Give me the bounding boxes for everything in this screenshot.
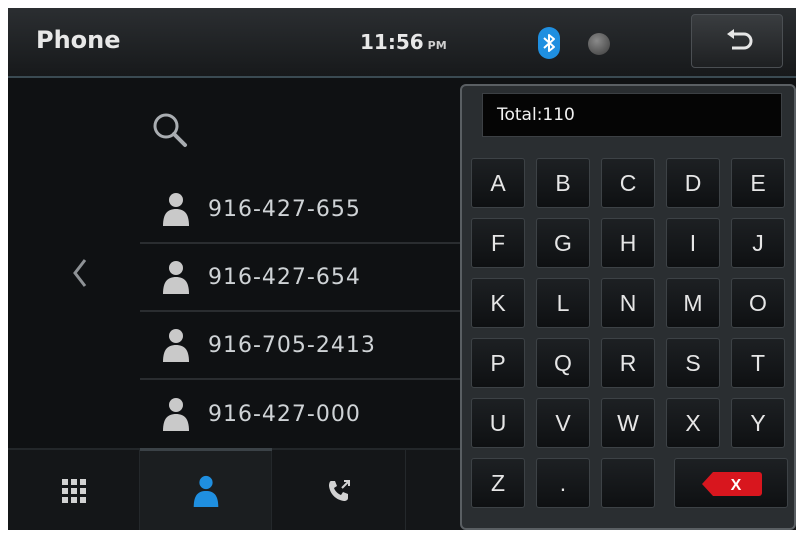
back-button[interactable] <box>691 14 783 68</box>
bluetooth-icon[interactable] <box>538 27 560 59</box>
tab-dialpad[interactable] <box>8 450 140 530</box>
key-k[interactable]: K <box>471 278 525 328</box>
clock-time: 11:56 <box>360 30 424 54</box>
key-y[interactable]: Y <box>731 398 785 448</box>
key-h[interactable]: H <box>601 218 655 268</box>
key-q[interactable]: Q <box>536 338 590 388</box>
contact-row[interactable]: 916-427-000 <box>140 380 460 448</box>
contact-number: 916-705-2413 <box>208 332 376 358</box>
key-i[interactable]: I <box>666 218 720 268</box>
search-icon[interactable] <box>150 110 190 150</box>
key-a[interactable]: A <box>471 158 525 208</box>
tab-contacts[interactable] <box>140 448 272 530</box>
total-count: Total:110 <box>482 93 782 137</box>
person-icon <box>163 329 189 362</box>
contact-number: 916-427-000 <box>208 401 361 427</box>
key-c[interactable]: C <box>601 158 655 208</box>
page-title: Phone <box>36 26 121 54</box>
key-m[interactable]: M <box>666 278 720 328</box>
bluetooth-glyph <box>543 34 555 52</box>
person-icon <box>163 398 189 431</box>
alphabet-keyboard: Total:110 A B C D E F G H I J K L N M O … <box>460 84 796 530</box>
key-l[interactable]: L <box>536 278 590 328</box>
contact-number: 916-427-655 <box>208 196 361 222</box>
contact-list: 916-427-655 916-427-654 916-705-2413 916… <box>140 176 460 448</box>
key-t[interactable]: T <box>731 338 785 388</box>
key-r[interactable]: R <box>601 338 655 388</box>
key-v[interactable]: V <box>536 398 590 448</box>
back-icon <box>727 29 753 50</box>
key-u[interactable]: U <box>471 398 525 448</box>
key-p[interactable]: P <box>471 338 525 388</box>
tab-call-log[interactable] <box>272 450 406 530</box>
key-s[interactable]: S <box>666 338 720 388</box>
phone-screen: Phone 11:56 PM 916-427-655 916-427-654 9… <box>8 8 796 530</box>
key-d[interactable]: D <box>666 158 720 208</box>
header-bar: Phone 11:56 PM <box>8 8 796 78</box>
contact-number: 916-427-654 <box>208 264 361 290</box>
delete-label: X <box>731 477 742 494</box>
status-dot-icon <box>588 33 610 55</box>
key-e[interactable]: E <box>731 158 785 208</box>
contact-row[interactable]: 916-427-655 <box>140 176 460 244</box>
delete-button[interactable]: X <box>674 458 788 508</box>
person-icon <box>163 193 189 226</box>
contact-row[interactable]: 916-427-654 <box>140 244 460 312</box>
call-log-icon <box>329 480 350 501</box>
dialpad-icon <box>62 479 86 503</box>
clock: 11:56 PM <box>360 30 447 54</box>
key-blank[interactable] <box>601 458 655 508</box>
clock-ampm: PM <box>427 39 447 52</box>
key-b[interactable]: B <box>536 158 590 208</box>
delete-icon: X <box>702 472 762 496</box>
chevron-left-icon[interactable] <box>70 256 90 290</box>
contacts-tab-icon <box>193 475 219 508</box>
key-x[interactable]: X <box>666 398 720 448</box>
key-g[interactable]: G <box>536 218 590 268</box>
key-n[interactable]: N <box>601 278 655 328</box>
contact-row[interactable]: 916-705-2413 <box>140 312 460 380</box>
person-icon <box>163 261 189 294</box>
key-w[interactable]: W <box>601 398 655 448</box>
key-period[interactable]: . <box>536 458 590 508</box>
key-j[interactable]: J <box>731 218 785 268</box>
key-o[interactable]: O <box>731 278 785 328</box>
key-f[interactable]: F <box>471 218 525 268</box>
key-z[interactable]: Z <box>471 458 525 508</box>
